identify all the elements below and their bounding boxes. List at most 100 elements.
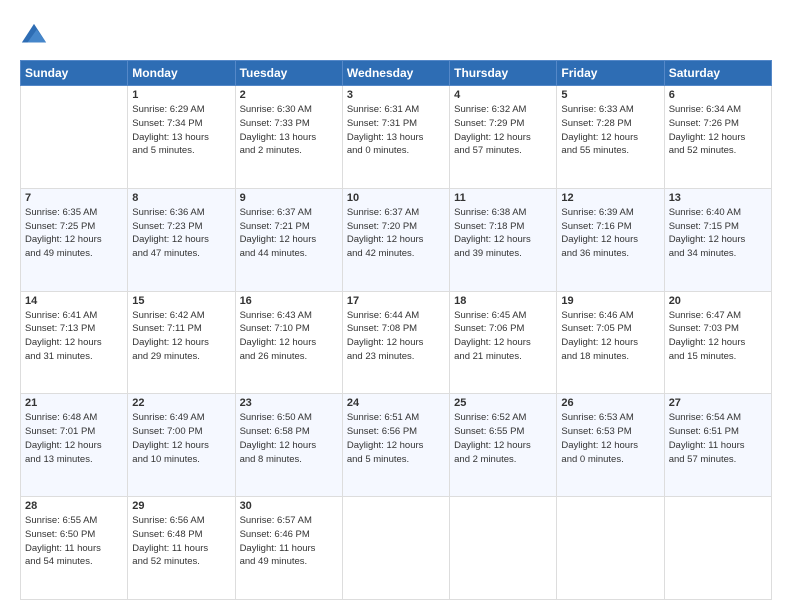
day-info: Sunrise: 6:29 AMSunset: 7:34 PMDaylight:… — [132, 103, 230, 158]
calendar-cell: 29Sunrise: 6:56 AMSunset: 6:48 PMDayligh… — [128, 497, 235, 600]
day-info-line: Sunrise: 6:56 AM — [132, 514, 230, 528]
calendar-week-3: 14Sunrise: 6:41 AMSunset: 7:13 PMDayligh… — [21, 291, 772, 394]
day-info-line: Sunrise: 6:50 AM — [240, 411, 338, 425]
day-info-line: Sunrise: 6:42 AM — [132, 309, 230, 323]
day-info-line: Sunset: 7:13 PM — [25, 322, 123, 336]
logo — [20, 22, 52, 50]
calendar-cell — [450, 497, 557, 600]
day-info-line: Sunset: 7:03 PM — [669, 322, 767, 336]
calendar-cell: 23Sunrise: 6:50 AMSunset: 6:58 PMDayligh… — [235, 394, 342, 497]
day-info-line: Sunset: 7:06 PM — [454, 322, 552, 336]
day-number: 7 — [25, 192, 123, 204]
day-info-line: and 8 minutes. — [240, 453, 338, 467]
weekday-header-sunday: Sunday — [21, 61, 128, 86]
day-info-line: and 57 minutes. — [454, 144, 552, 158]
day-info-line: Sunset: 6:48 PM — [132, 528, 230, 542]
day-info-line: Sunrise: 6:29 AM — [132, 103, 230, 117]
page: SundayMondayTuesdayWednesdayThursdayFrid… — [0, 0, 792, 612]
calendar-cell: 8Sunrise: 6:36 AMSunset: 7:23 PMDaylight… — [128, 188, 235, 291]
day-info-line: Sunset: 7:16 PM — [561, 220, 659, 234]
day-info-line: and 2 minutes. — [240, 144, 338, 158]
day-info-line: Sunrise: 6:30 AM — [240, 103, 338, 117]
day-info-line: Sunrise: 6:41 AM — [25, 309, 123, 323]
day-info-line: Daylight: 12 hours — [561, 233, 659, 247]
day-number: 4 — [454, 89, 552, 101]
calendar-cell: 24 Sunrise: 6:51 AMSunset: 6:56 PMDayligh… — [342, 394, 449, 497]
day-info-line: Sunrise: 6:37 AM — [347, 206, 445, 220]
day-number: 10 — [347, 192, 445, 204]
calendar-cell: 18 Sunrise: 6:45 AMSunset: 7:06 PMDayligh… — [450, 291, 557, 394]
day-info: Sunrise: 6:43 AMSunset: 7:10 PMDaylight:… — [240, 309, 338, 364]
day-info-line: Sunrise: 6:39 AM — [561, 206, 659, 220]
day-info-line: Sunrise: 6:38 AM — [454, 206, 552, 220]
day-info-line: and 0 minutes. — [561, 453, 659, 467]
day-info-line: Daylight: 12 hours — [669, 131, 767, 145]
day-info-line: Daylight: 12 hours — [454, 336, 552, 350]
day-info-line: Daylight: 13 hours — [347, 131, 445, 145]
day-info: Sunrise: 6:48 AMSunset: 7:01 PMDaylight:… — [25, 411, 123, 466]
calendar-cell: 3 Sunrise: 6:31 AMSunset: 7:31 PMDaylight… — [342, 86, 449, 189]
weekday-header-monday: Monday — [128, 61, 235, 86]
day-info-line: Sunset: 7:33 PM — [240, 117, 338, 131]
header — [20, 18, 772, 50]
day-info-line: Daylight: 12 hours — [347, 336, 445, 350]
day-info-line: Daylight: 12 hours — [132, 439, 230, 453]
calendar-cell: 15Sunrise: 6:42 AMSunset: 7:11 PMDayligh… — [128, 291, 235, 394]
day-number: 18 — [454, 295, 552, 307]
day-info-line: Sunset: 6:50 PM — [25, 528, 123, 542]
day-info-line: Sunset: 7:31 PM — [347, 117, 445, 131]
calendar-cell: 16Sunrise: 6:43 AMSunset: 7:10 PMDayligh… — [235, 291, 342, 394]
day-number: 28 — [25, 500, 123, 512]
day-info-line: Daylight: 12 hours — [347, 439, 445, 453]
calendar-cell: 17Sunrise: 6:44 AMSunset: 7:08 PMDayligh… — [342, 291, 449, 394]
day-number: 24 — [347, 397, 445, 409]
day-info-line: Sunrise: 6:48 AM — [25, 411, 123, 425]
day-info-line: Sunrise: 6:33 AM — [561, 103, 659, 117]
logo-icon — [20, 22, 48, 50]
day-info-line: Daylight: 12 hours — [132, 336, 230, 350]
day-number: 8 — [132, 192, 230, 204]
calendar-cell: 2Sunrise: 6:30 AMSunset: 7:33 PMDaylight… — [235, 86, 342, 189]
calendar-week-2: 7Sunrise: 6:35 AMSunset: 7:25 PMDaylight… — [21, 188, 772, 291]
day-info: Sunrise: 6:51 AMSunset: 6:56 PMDaylight:… — [347, 411, 445, 466]
calendar-cell: 7Sunrise: 6:35 AMSunset: 7:25 PMDaylight… — [21, 188, 128, 291]
day-info-line: and 49 minutes. — [240, 555, 338, 569]
day-info-line: Sunrise: 6:44 AM — [347, 309, 445, 323]
day-info: Sunrise: 6:38 AMSunset: 7:18 PMDaylight:… — [454, 206, 552, 261]
calendar-cell: 27Sunrise: 6:54 AMSunset: 6:51 PMDayligh… — [664, 394, 771, 497]
weekday-header-wednesday: Wednesday — [342, 61, 449, 86]
day-number: 19 — [561, 295, 659, 307]
day-number: 2 — [240, 89, 338, 101]
day-number: 9 — [240, 192, 338, 204]
day-info: Sunrise: 6:34 AMSunset: 7:26 PMDaylight:… — [669, 103, 767, 158]
day-info-line: Sunrise: 6:31 AM — [347, 103, 445, 117]
day-info: Sunrise: 6:57 AMSunset: 6:46 PMDaylight:… — [240, 514, 338, 569]
weekday-header-tuesday: Tuesday — [235, 61, 342, 86]
day-info-line: Daylight: 13 hours — [132, 131, 230, 145]
calendar-cell: 10Sunrise: 6:37 AMSunset: 7:20 PMDayligh… — [342, 188, 449, 291]
calendar-table: SundayMondayTuesdayWednesdayThursdayFrid… — [20, 60, 772, 600]
calendar-cell — [557, 497, 664, 600]
day-info-line: and 0 minutes. — [347, 144, 445, 158]
day-number: 25 — [454, 397, 552, 409]
day-info: Sunrise: 6:53 AMSunset: 6:53 PMDaylight:… — [561, 411, 659, 466]
day-number: 3 — [347, 89, 445, 101]
day-info-line: Sunset: 7:18 PM — [454, 220, 552, 234]
day-number: 6 — [669, 89, 767, 101]
day-number: 12 — [561, 192, 659, 204]
day-info-line: and 15 minutes. — [669, 350, 767, 364]
day-info-line: Daylight: 12 hours — [240, 336, 338, 350]
calendar-cell — [21, 86, 128, 189]
day-info: Sunrise: 6:55 AMSunset: 6:50 PMDaylight:… — [25, 514, 123, 569]
day-info: Sunrise: 6:45 AMSunset: 7:06 PMDaylight:… — [454, 309, 552, 364]
day-info-line: Sunset: 7:25 PM — [25, 220, 123, 234]
day-info-line: and 5 minutes. — [132, 144, 230, 158]
day-info-line: and 52 minutes. — [132, 555, 230, 569]
day-info-line: and 2 minutes. — [454, 453, 552, 467]
day-info-line: Sunset: 7:34 PM — [132, 117, 230, 131]
day-info-line: Daylight: 12 hours — [561, 131, 659, 145]
day-info-line: Sunset: 7:11 PM — [132, 322, 230, 336]
day-info: Sunrise: 6:32 AMSunset: 7:29 PMDaylight:… — [454, 103, 552, 158]
calendar-cell: 26Sunrise: 6:53 AMSunset: 6:53 PMDayligh… — [557, 394, 664, 497]
day-info: Sunrise: 6:47 AMSunset: 7:03 PMDaylight:… — [669, 309, 767, 364]
